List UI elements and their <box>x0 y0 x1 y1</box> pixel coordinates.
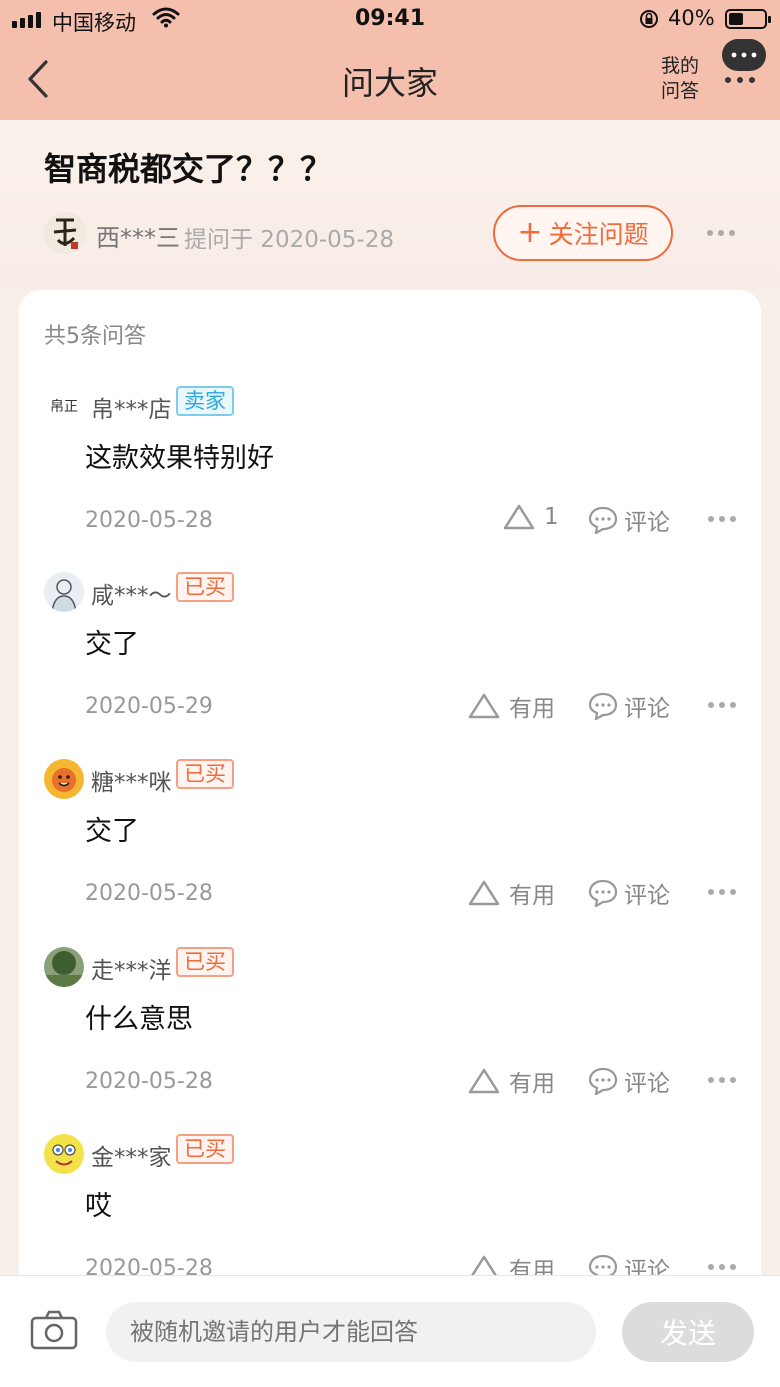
answer-date: 2020-05-28 <box>85 508 213 533</box>
useful-label: 有用 <box>509 1071 555 1097</box>
avatar[interactable]: 帛正 <box>44 386 84 426</box>
comment-button[interactable]: 评论 <box>588 689 670 723</box>
comment-button[interactable]: 评论 <box>588 876 670 910</box>
comment-icon <box>588 692 618 720</box>
useful-button[interactable]: 有用 <box>467 689 555 723</box>
bought-badge: 已买 <box>176 1134 234 1164</box>
follow-label: 关注问题 <box>548 220 649 249</box>
my-qa-link[interactable]: 我的 问答 <box>656 54 704 104</box>
more-icon[interactable] <box>708 1264 736 1270</box>
cartoon-avatar-icon <box>44 759 84 799</box>
answer-text: 什么意思 <box>85 1004 193 1035</box>
plus-icon: + <box>517 215 543 250</box>
comment-icon <box>588 506 618 534</box>
camera-icon <box>30 1310 78 1350</box>
answer-user: 金***家 <box>91 1145 172 1171</box>
clock: 09:41 <box>354 6 426 31</box>
message-button[interactable] <box>720 38 768 86</box>
more-icon[interactable] <box>708 702 736 708</box>
question-header: 智商税都交了？？？ 西***三 提问于 2020-05-28 + 关注问题 <box>0 120 780 290</box>
avatar[interactable] <box>44 572 84 612</box>
comment-label: 评论 <box>624 1071 670 1097</box>
list-item: 糖***咪 已买 交了 2020-05-28 有用 评论 <box>19 759 761 947</box>
status-bar: 中国移动 09:41 40% <box>0 0 780 40</box>
more-icon[interactable] <box>708 516 736 522</box>
send-button[interactable]: 发送 <box>622 1302 754 1362</box>
reply-bar: 发送 <box>0 1275 780 1387</box>
triangle-up-icon <box>503 504 535 530</box>
comment-button[interactable]: 评论 <box>588 1064 670 1098</box>
comment-label: 评论 <box>624 696 670 722</box>
avatar[interactable] <box>44 947 84 987</box>
answer-text: 交了 <box>85 816 139 847</box>
sketch-avatar-icon <box>44 572 84 612</box>
avatar[interactable] <box>44 759 84 799</box>
my-qa-line2: 问答 <box>660 80 699 102</box>
answer-user: 咸***～ <box>91 583 172 609</box>
answer-text: 这款效果特别好 <box>85 443 274 474</box>
useful-button[interactable]: 有用 <box>467 876 555 910</box>
tree-photo-avatar-icon <box>44 947 84 987</box>
answer-text: 哎 <box>85 1191 112 1222</box>
useful-button[interactable]: 有用 <box>467 1064 555 1098</box>
bought-badge: 已买 <box>176 759 234 789</box>
triangle-up-icon <box>468 880 500 906</box>
avatar[interactable] <box>44 212 86 254</box>
more-icon[interactable] <box>708 1077 736 1083</box>
useful-label: 有用 <box>509 696 555 722</box>
answer-text: 交了 <box>85 629 139 660</box>
my-qa-line1: 我的 <box>660 55 699 77</box>
bought-badge: 已买 <box>176 947 234 977</box>
camera-button[interactable] <box>30 1310 78 1350</box>
rotation-lock-icon <box>638 8 660 35</box>
comment-label: 评论 <box>624 510 670 536</box>
list-item: 咸***～ 已买 交了 2020-05-29 有用 评论 <box>19 572 761 760</box>
triangle-up-icon <box>468 1068 500 1094</box>
more-icon[interactable] <box>707 230 735 236</box>
useful-button[interactable]: 1 <box>502 503 559 531</box>
shop-seal-avatar-icon: 帛正 <box>44 386 84 426</box>
answer-user: 走***洋 <box>91 958 172 984</box>
avatar[interactable] <box>44 1134 84 1174</box>
asked-date: 提问于 2020-05-28 <box>184 227 394 253</box>
more-icon[interactable] <box>708 889 736 895</box>
bought-badge: 已买 <box>176 572 234 602</box>
answer-date: 2020-05-29 <box>85 694 213 719</box>
battery-percent: 40% <box>668 6 715 30</box>
comment-icon <box>588 879 618 907</box>
list-item: 帛正 帛***店 卖家 这款效果特别好 2020-05-28 1 评论 <box>19 386 761 574</box>
follow-question-button[interactable]: + 关注问题 <box>493 205 673 261</box>
top-bar: 中国移动 09:41 40% 问大家 我的 问答 <box>0 0 780 120</box>
seller-badge: 卖家 <box>176 386 234 416</box>
comment-icon <box>588 1067 618 1095</box>
answer-user: 帛***店 <box>91 397 172 423</box>
answer-count: 共5条问答 <box>44 324 146 349</box>
sponge-cartoon-avatar-icon <box>44 1134 84 1174</box>
answer-input[interactable] <box>106 1302 596 1362</box>
answers-card: 共5条问答 帛正 帛***店 卖家 这款效果特别好 2020-05-28 1 评… <box>19 290 761 1290</box>
calligraphy-avatar-icon <box>44 212 86 254</box>
answer-date: 2020-05-28 <box>85 1069 213 1094</box>
useful-count: 1 <box>544 504 559 530</box>
chat-bubble-icon <box>722 39 766 83</box>
question-title: 智商税都交了？？？ <box>44 150 333 188</box>
list-item: 走***洋 已买 什么意思 2020-05-28 有用 评论 <box>19 947 761 1135</box>
answer-user: 糖***咪 <box>91 770 172 796</box>
answer-date: 2020-05-28 <box>85 881 213 906</box>
triangle-up-icon <box>468 693 500 719</box>
comment-label: 评论 <box>624 883 670 909</box>
asker-name: 西***三 <box>96 224 180 252</box>
comment-button[interactable]: 评论 <box>588 503 670 537</box>
svg-text:帛正: 帛正 <box>50 398 78 415</box>
battery-icon <box>725 9 771 29</box>
useful-label: 有用 <box>509 883 555 909</box>
